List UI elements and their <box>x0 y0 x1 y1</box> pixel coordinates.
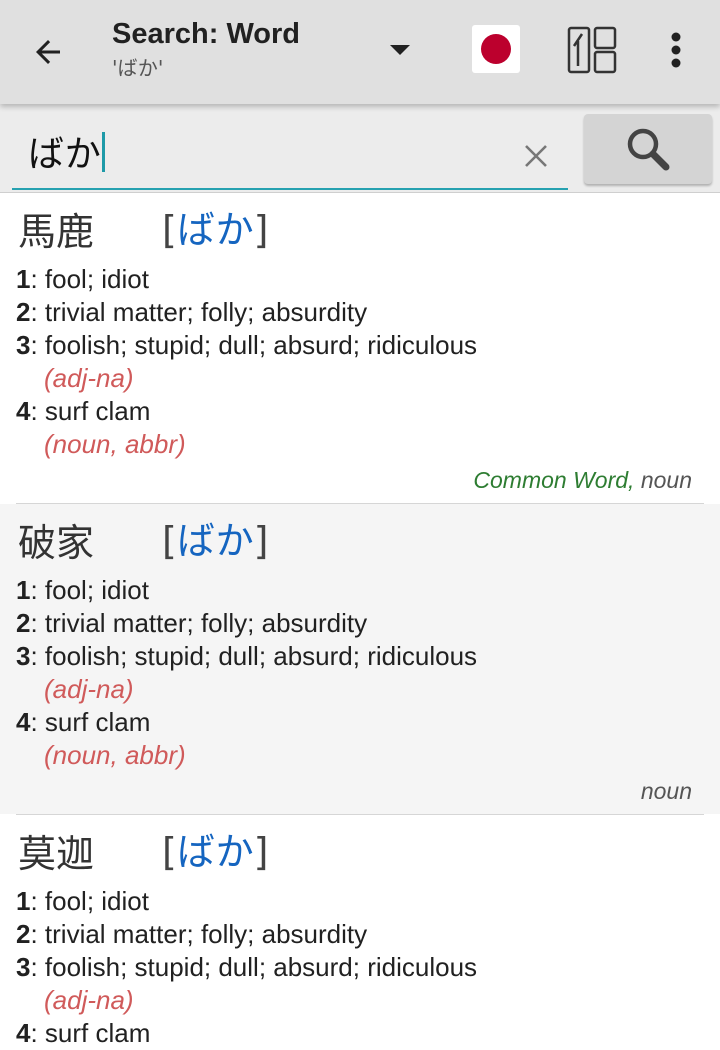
sense-line: 2: trivial matter; folly; absurdity <box>16 918 704 951</box>
sense-text: : fool; idiot <box>30 264 149 294</box>
sense-text: : fool; idiot <box>30 575 149 605</box>
sense-number: 4 <box>16 1018 31 1048</box>
common-word-tag: Common Word, <box>473 467 635 493</box>
arrow-back-icon[interactable] <box>22 26 74 78</box>
sense-line: 1: fool; idiot <box>16 885 704 918</box>
sense-text: : surf clam <box>30 1018 151 1048</box>
reading-bracket-open: [ <box>162 830 177 874</box>
text-caret <box>101 132 105 172</box>
sense-number: 2 <box>16 297 31 327</box>
sense-line: 1: fool; idiot <box>16 263 704 296</box>
entry-kanji: 破家 <box>18 521 95 565</box>
sense-line: 3: foolish; stupid; dull; absurd; ridicu… <box>16 329 704 362</box>
part-of-speech: (adj-na) <box>44 363 134 393</box>
search-input-value: ばか <box>28 134 101 175</box>
sense-text: : surf clam <box>30 396 151 426</box>
sense-number: 2 <box>16 919 31 949</box>
search-button[interactable] <box>584 114 712 184</box>
sense-number: 1 <box>16 886 31 916</box>
search-input[interactable]: ばか <box>12 118 568 190</box>
app-bar: Search: Word 'ばか' <box>0 0 720 104</box>
part-of-speech: (noun, abbr) <box>44 740 186 770</box>
sense-number: 3 <box>16 641 31 671</box>
reading-kana: ばか <box>176 208 254 252</box>
page-title: Search: Word <box>112 18 301 50</box>
more-vert-icon[interactable] <box>660 26 692 74</box>
japan-flag-icon <box>481 34 511 64</box>
sense-line: 2: trivial matter; folly; absurdity <box>16 296 704 329</box>
sense-number: 3 <box>16 330 31 360</box>
sense-line: 3: foolish; stupid; dull; absurd; ridicu… <box>16 951 704 984</box>
search-icon <box>627 128 670 171</box>
result-entry[interactable]: 莫迦 [ばか] 1: fool; idiot 2: trivial matter… <box>0 815 720 1050</box>
dropdown-triangle-icon[interactable] <box>384 36 416 64</box>
reading-bracket-close: ] <box>253 208 269 252</box>
sense-text: : foolish; stupid; dull; absurd; ridicul… <box>30 641 478 671</box>
entry-footer: noun <box>16 772 704 814</box>
reading-bracket-close: ] <box>253 830 269 874</box>
sense-text: : trivial matter; folly; absurdity <box>30 919 368 949</box>
reading-bracket-open: [ <box>162 208 177 252</box>
results-list: 馬鹿 [ばか] 1: fool; idiot 2: trivial matter… <box>0 193 720 1050</box>
entry-reading: [ばか] <box>162 829 268 875</box>
sense-number: 1 <box>16 264 31 294</box>
sense-text: : foolish; stupid; dull; absurd; ridicul… <box>30 330 478 360</box>
entry-footer: Common Word, noun <box>16 461 704 503</box>
entry-kanji: 莫迦 <box>18 832 95 876</box>
reading-kana: ばか <box>176 519 254 563</box>
sense-number: 1 <box>16 575 31 605</box>
reading-bracket-close: ] <box>253 519 269 563</box>
sense-number: 4 <box>16 707 31 737</box>
japan-flag-button[interactable] <box>472 25 520 73</box>
sense-number: 3 <box>16 952 31 982</box>
title-block: Search: Word 'ばか' <box>112 16 300 82</box>
sense-number: 4 <box>16 396 31 426</box>
entry-reading: [ばか] <box>162 207 268 253</box>
sense-text: : trivial matter; folly; absurdity <box>30 297 368 327</box>
word-type-tag: noun <box>634 467 692 493</box>
sense-line: 4: surf clam <box>16 706 704 739</box>
sense-line: 1: fool; idiot <box>16 574 704 607</box>
entry-reading: [ばか] <box>162 518 268 564</box>
entry-kanji: 馬鹿 <box>18 210 95 254</box>
sense-text: : trivial matter; folly; absurdity <box>30 608 368 638</box>
sense-line: 4: surf clam <box>16 1017 704 1050</box>
result-entry[interactable]: 破家 [ばか] 1: fool; idiot 2: trivial matter… <box>0 504 720 814</box>
sense-text: : fool; idiot <box>30 886 149 916</box>
part-of-speech: (adj-na) <box>44 985 134 1015</box>
entry-header: 破家 [ばか] <box>16 512 704 574</box>
entry-header: 莫迦 [ばか] <box>16 823 704 885</box>
search-bar: ばか <box>0 104 720 193</box>
word-type-tag: noun <box>640 778 692 804</box>
kanji-layout-icon[interactable] <box>564 22 620 78</box>
sense-line: 2: trivial matter; folly; absurdity <box>16 607 704 640</box>
entry-header: 馬鹿 [ばか] <box>16 201 704 263</box>
reading-kana: ばか <box>176 830 254 874</box>
result-entry[interactable]: 馬鹿 [ばか] 1: fool; idiot 2: trivial matter… <box>0 193 720 503</box>
part-of-speech: (noun, abbr) <box>44 429 186 459</box>
search-input-value-wrap: ばか <box>28 132 105 177</box>
sense-number: 2 <box>16 608 31 638</box>
close-icon[interactable] <box>520 140 552 172</box>
sense-line: 4: surf clam <box>16 395 704 428</box>
sense-text: : foolish; stupid; dull; absurd; ridicul… <box>30 952 478 982</box>
sense-line: 3: foolish; stupid; dull; absurd; ridicu… <box>16 640 704 673</box>
reading-bracket-open: [ <box>162 519 177 563</box>
page-subtitle: 'ばか' <box>112 56 164 80</box>
part-of-speech: (adj-na) <box>44 674 134 704</box>
sense-text: : surf clam <box>30 707 151 737</box>
